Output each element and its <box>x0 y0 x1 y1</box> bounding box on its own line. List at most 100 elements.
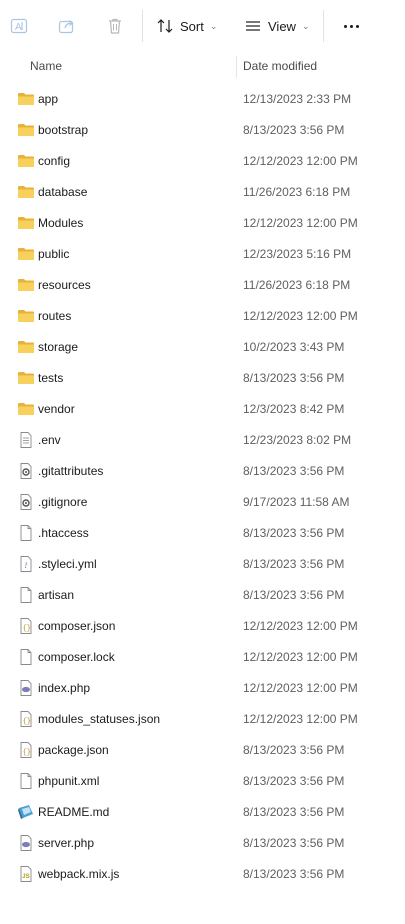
file-row[interactable]: app 12/13/2023 2:33 PM <box>0 84 405 115</box>
js-file-icon: JS <box>17 866 35 882</box>
file-row[interactable]: JS webpack.mix.js 8/13/2023 3:56 PM <box>0 859 405 890</box>
file-date-modified: 12/23/2023 5:16 PM <box>243 247 352 261</box>
file-name: .gitattributes <box>38 464 104 478</box>
file-date-modified: 8/13/2023 3:56 PM <box>243 836 345 850</box>
file-name: storage <box>38 340 79 354</box>
file-row[interactable]: routes 12/12/2023 12:00 PM <box>0 301 405 332</box>
file-name: Modules <box>38 216 84 230</box>
file-row[interactable]: composer.lock 12/12/2023 12:00 PM <box>0 642 405 673</box>
file-row[interactable]: .htaccess 8/13/2023 3:56 PM <box>0 518 405 549</box>
file-row[interactable]: Modules 12/12/2023 12:00 PM <box>0 208 405 239</box>
folder-icon <box>17 91 35 107</box>
folder-icon <box>17 122 35 138</box>
file-date-modified: 12/12/2023 12:00 PM <box>243 216 358 230</box>
view-icon <box>244 17 262 35</box>
svg-text:{}: {} <box>23 749 31 757</box>
file-name: composer.lock <box>38 650 115 664</box>
file-date-modified: 12/12/2023 12:00 PM <box>243 154 358 168</box>
file-row[interactable]: config 12/12/2023 12:00 PM <box>0 146 405 177</box>
config-file-icon <box>17 494 35 510</box>
file-name: tests <box>38 371 64 385</box>
file-name: routes <box>38 309 72 323</box>
file-row[interactable]: ! .styleci.yml 8/13/2023 3:56 PM <box>0 549 405 580</box>
view-button[interactable]: View ⌄ <box>244 13 310 39</box>
file-date-modified: 12/12/2023 12:00 PM <box>243 650 358 664</box>
file-date-modified: 12/3/2023 8:42 PM <box>243 402 345 416</box>
command-bar: A Sort ⌄ View ⌄ <box>0 0 405 52</box>
file-row[interactable]: bootstrap 8/13/2023 3:56 PM <box>0 115 405 146</box>
json-file-icon: {} <box>17 618 35 634</box>
blank-file-icon <box>17 649 35 665</box>
file-name: resources <box>38 278 91 292</box>
file-name: README.md <box>38 805 110 819</box>
toolbar-separator <box>142 10 143 42</box>
column-name-header[interactable]: Name <box>30 59 62 73</box>
file-date-modified: 8/13/2023 3:56 PM <box>243 371 345 385</box>
json-file-icon: {} <box>17 711 35 727</box>
file-row[interactable]: tests 8/13/2023 3:56 PM <box>0 363 405 394</box>
delete-icon[interactable] <box>102 13 128 39</box>
file-row[interactable]: public 12/23/2023 5:16 PM <box>0 239 405 270</box>
file-name: app <box>38 92 59 106</box>
more-icon[interactable] <box>339 14 363 38</box>
sort-icon <box>156 17 174 35</box>
svg-text:!: ! <box>25 561 28 570</box>
rename-icon[interactable]: A <box>6 13 32 39</box>
folder-icon <box>17 153 35 169</box>
file-date-modified: 8/13/2023 3:56 PM <box>243 123 345 137</box>
json-file-icon: {} <box>17 742 35 758</box>
file-list: app 12/13/2023 2:33 PM bootstrap 8/13/2023 … <box>0 84 405 890</box>
column-divider[interactable] <box>236 56 237 78</box>
share-icon[interactable] <box>54 13 80 39</box>
folder-icon <box>17 401 35 417</box>
file-row[interactable]: README.md 8/13/2023 3:56 PM <box>0 797 405 828</box>
folder-icon <box>17 277 35 293</box>
view-label: View <box>268 18 296 34</box>
file-row[interactable]: phpunit.xml 8/13/2023 3:56 PM <box>0 766 405 797</box>
column-header: Name Date modified <box>0 56 405 78</box>
file-row[interactable]: {} modules_statuses.json 12/12/2023 12:00 … <box>0 704 405 735</box>
file-date-modified: 9/17/2023 11:58 AM <box>243 495 350 509</box>
file-name: .styleci.yml <box>38 557 97 571</box>
file-name: config <box>38 154 71 168</box>
file-date-modified: 8/13/2023 3:56 PM <box>243 867 345 881</box>
file-row[interactable]: storage 10/2/2023 3:43 PM <box>0 332 405 363</box>
file-row[interactable]: {} package.json 8/13/2023 3:56 PM <box>0 735 405 766</box>
file-row[interactable]: server.php 8/13/2023 3:56 PM <box>0 828 405 859</box>
file-name: artisan <box>38 588 75 602</box>
toolbar-separator <box>323 10 324 42</box>
markdown-file-icon <box>17 804 35 820</box>
file-row[interactable]: vendor 12/3/2023 8:42 PM <box>0 394 405 425</box>
file-date-modified: 12/12/2023 12:00 PM <box>243 712 358 726</box>
file-date-modified: 11/26/2023 6:18 PM <box>243 278 351 292</box>
svg-text:{}: {} <box>23 625 31 633</box>
file-row[interactable]: database 11/26/2023 6:18 PM <box>0 177 405 208</box>
file-date-modified: 8/13/2023 3:56 PM <box>243 526 345 540</box>
blank-file-icon <box>17 525 35 541</box>
column-date-header[interactable]: Date modified <box>243 59 317 73</box>
folder-icon <box>17 370 35 386</box>
file-name: index.php <box>38 681 91 695</box>
file-date-modified: 8/13/2023 3:56 PM <box>243 588 345 602</box>
file-name: .htaccess <box>38 526 89 540</box>
folder-icon <box>17 339 35 355</box>
file-row[interactable]: .env 12/23/2023 8:02 PM <box>0 425 405 456</box>
folder-icon <box>17 215 35 231</box>
file-name: public <box>38 247 70 261</box>
file-name: vendor <box>38 402 75 416</box>
file-row[interactable]: {} composer.json 12/12/2023 12:00 PM <box>0 611 405 642</box>
file-row[interactable]: resources 11/26/2023 6:18 PM <box>0 270 405 301</box>
file-name: modules_statuses.json <box>38 712 161 726</box>
file-row[interactable]: .gitattributes 8/13/2023 3:56 PM <box>0 456 405 487</box>
file-row[interactable]: .gitignore 9/17/2023 11:58 AM <box>0 487 405 518</box>
folder-icon <box>17 184 35 200</box>
php-file-icon <box>17 835 35 851</box>
file-name: webpack.mix.js <box>38 867 120 881</box>
sort-button[interactable]: Sort ⌄ <box>156 13 217 39</box>
folder-icon <box>17 308 35 324</box>
file-row[interactable]: artisan 8/13/2023 3:56 PM <box>0 580 405 611</box>
config-file-icon <box>17 463 35 479</box>
file-date-modified: 8/13/2023 3:56 PM <box>243 743 345 757</box>
file-date-modified: 12/12/2023 12:00 PM <box>243 681 358 695</box>
file-row[interactable]: index.php 12/12/2023 12:00 PM <box>0 673 405 704</box>
